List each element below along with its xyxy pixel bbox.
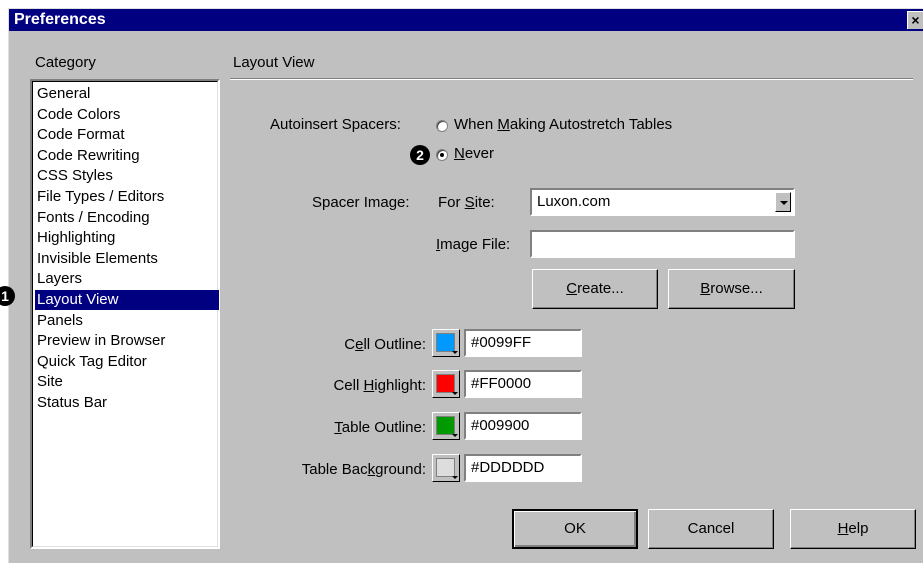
ok-button[interactable]: OK: [512, 509, 638, 549]
category-item-status-bar[interactable]: Status Bar: [35, 393, 219, 413]
category-item-preview-in-browser[interactable]: Preview in Browser: [35, 331, 219, 351]
browse-button[interactable]: Browse...: [668, 269, 795, 309]
category-item-css-styles[interactable]: CSS Styles: [35, 166, 219, 186]
category-item-general[interactable]: General: [35, 84, 219, 104]
close-icon[interactable]: ×: [907, 11, 923, 29]
category-header: Category: [35, 54, 96, 71]
panel-divider-highlight: [230, 79, 913, 80]
image-file-label: Image File:: [436, 236, 511, 253]
cell-outline-color: [436, 333, 455, 352]
chevron-down-icon[interactable]: [775, 192, 791, 212]
cell-outline-label: Cell Outline:: [344, 336, 426, 353]
title-bar: [9, 9, 923, 31]
table-background-field[interactable]: #DDDDDD: [464, 454, 582, 482]
cell-outline-field[interactable]: #0099FF: [464, 329, 582, 357]
table-outline-field[interactable]: #009900: [464, 412, 582, 440]
radio-never-label[interactable]: Never: [454, 145, 494, 162]
cell-outline-swatch[interactable]: [432, 329, 460, 357]
cancel-button[interactable]: Cancel: [648, 509, 774, 549]
category-item-code-format[interactable]: Code Format: [35, 125, 219, 145]
radio-never[interactable]: [436, 149, 448, 161]
radio-autostretch[interactable]: [436, 120, 448, 132]
category-item-code-colors[interactable]: Code Colors: [35, 105, 219, 125]
table-outline-color: [436, 416, 455, 435]
chevron-down-icon: [452, 392, 458, 395]
category-item-panels[interactable]: Panels: [35, 311, 219, 331]
chevron-down-icon: [452, 351, 458, 354]
callout-two: 2: [410, 145, 430, 165]
table-background-label: Table Background:: [301, 461, 426, 478]
category-list[interactable]: General Code Colors Code Format Code Rewrit…: [30, 79, 220, 549]
site-select-value: Luxon.com: [537, 193, 611, 210]
table-background-swatch[interactable]: [432, 454, 460, 482]
category-item-site[interactable]: Site: [35, 372, 219, 392]
panel-title: Layout View: [233, 54, 315, 71]
table-outline-swatch[interactable]: [432, 412, 460, 440]
dialog-title: Preferences: [14, 11, 106, 28]
cell-highlight-label: Cell Highlight:: [333, 377, 426, 394]
chevron-down-icon: [452, 476, 458, 479]
category-item-layers[interactable]: Layers: [35, 269, 219, 289]
cell-highlight-field[interactable]: #FF0000: [464, 370, 582, 398]
table-background-color: [436, 458, 455, 477]
cell-highlight-swatch[interactable]: [432, 370, 460, 398]
cell-highlight-color: [436, 374, 455, 393]
category-item-invisible-elements[interactable]: Invisible Elements: [35, 249, 219, 269]
radio-autostretch-label[interactable]: When Making Autostretch Tables: [454, 116, 672, 133]
help-button[interactable]: Help: [790, 509, 916, 549]
category-item-code-rewriting[interactable]: Code Rewriting: [35, 146, 219, 166]
chevron-down-icon: [452, 434, 458, 437]
category-item-quick-tag-editor[interactable]: Quick Tag Editor: [35, 352, 219, 372]
autoinsert-spacers-label: Autoinsert Spacers:: [270, 116, 401, 133]
spacer-image-label: Spacer Image:: [312, 194, 410, 211]
table-outline-label: Table Outline:: [334, 419, 426, 436]
image-file-input[interactable]: [530, 230, 795, 258]
for-site-label: For Site:: [438, 194, 495, 211]
category-item-file-types-editors[interactable]: File Types / Editors: [35, 187, 219, 207]
category-item-layout-view[interactable]: Layout View: [35, 290, 219, 310]
category-item-fonts-encoding[interactable]: Fonts / Encoding: [35, 208, 219, 228]
create-button[interactable]: Create...: [532, 269, 658, 309]
site-select[interactable]: Luxon.com: [530, 188, 795, 216]
category-item-highlighting[interactable]: Highlighting: [35, 228, 219, 248]
